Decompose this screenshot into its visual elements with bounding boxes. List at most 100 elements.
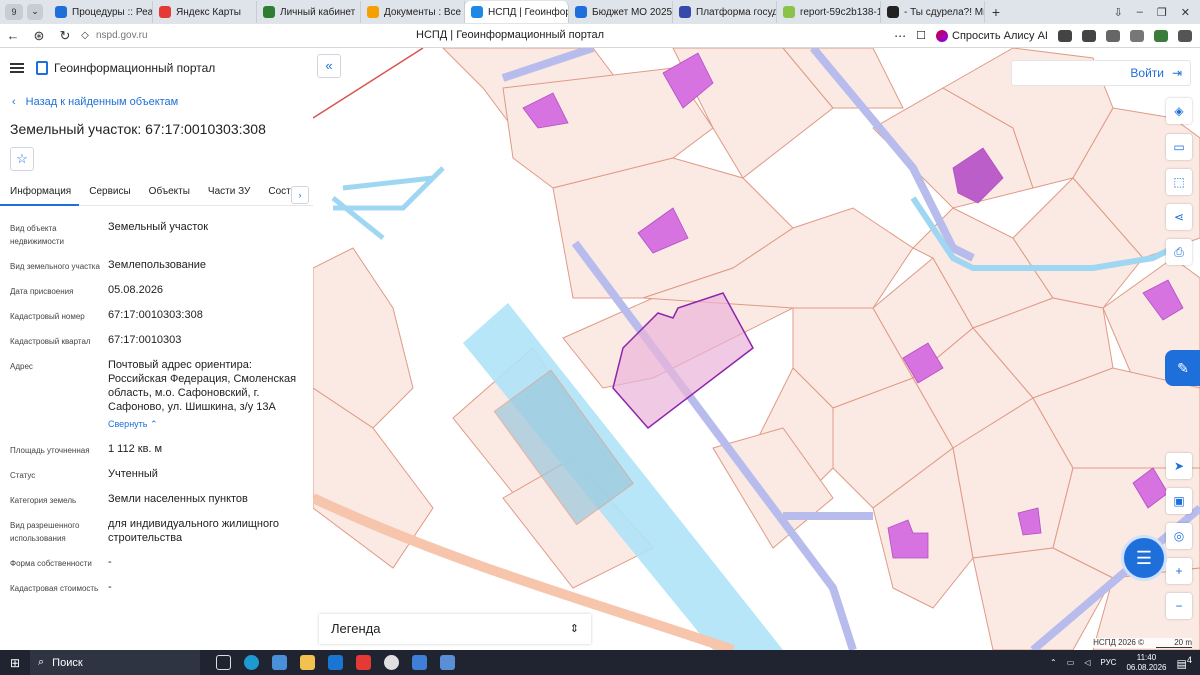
print-icon[interactable]: ⎙ xyxy=(1166,239,1192,265)
extension-icon-5[interactable] xyxy=(1154,29,1168,42)
zoom-in-icon[interactable]: + xyxy=(1166,558,1192,584)
chat-icon[interactable]: ☰ xyxy=(1121,535,1167,581)
tab-label: Бюджет МО 2025г 24 xyxy=(592,6,673,18)
tabs-next-chevron-icon[interactable]: › xyxy=(291,186,309,204)
clock-time: 11:40 xyxy=(1136,652,1157,662)
property-label: Форма собственности xyxy=(10,559,92,568)
page-title: НСПД | Геоинформационный портал xyxy=(416,29,605,41)
tab-list-chevron-icon[interactable]: ⌄ xyxy=(27,4,43,20)
tab-label: Личный кабинет xyxy=(280,6,356,18)
language-indicator[interactable]: РУС xyxy=(1100,658,1116,667)
notifications-icon[interactable]: ▤4 xyxy=(1177,655,1193,671)
browser-tab[interactable]: report-59c2b138-190 xyxy=(777,1,881,23)
map-canvas[interactable] xyxy=(313,48,1200,650)
geolocation-icon[interactable]: ◎ xyxy=(1166,523,1192,549)
extension-icon-2[interactable] xyxy=(1082,29,1096,42)
extensions-menu-icon[interactable] xyxy=(1178,29,1192,42)
browser-tab[interactable]: Личный кабинет xyxy=(257,1,361,23)
property-value: Земельный участок xyxy=(108,221,209,233)
more-icon[interactable]: ⋯ xyxy=(894,29,906,43)
chevron-up-icon: ⌃ xyxy=(150,419,158,429)
url-field[interactable]: nspd.gov.ru xyxy=(96,30,148,41)
new-tab-button[interactable]: + xyxy=(985,4,1007,20)
property-row: Вид земельного участка Землепользование xyxy=(10,258,305,273)
tab-objects[interactable]: Объекты xyxy=(139,182,198,206)
alice-button[interactable]: Спросить Алису AI xyxy=(936,29,1048,42)
info-panel: Геоинформационный портал ‹ Назад к найде… xyxy=(0,48,313,650)
locate-icon[interactable]: ➤ xyxy=(1166,453,1192,479)
browser-tab[interactable]: Яндекс Карты xyxy=(153,1,257,23)
browser-tab[interactable]: НСПД | Геоинформ✕ xyxy=(465,1,569,23)
app-title[interactable]: Геоинформационный портал xyxy=(54,61,215,75)
tab-land-parts[interactable]: Части ЗУ xyxy=(198,182,258,206)
zoom-out-icon[interactable]: − xyxy=(1166,593,1192,619)
app-icon[interactable] xyxy=(384,655,399,670)
restore-icon[interactable]: ❐ xyxy=(1157,6,1167,19)
yandex-icon[interactable] xyxy=(356,655,371,670)
property-label: Площадь уточненная xyxy=(10,446,90,455)
collapse-panel-icon[interactable]: « xyxy=(317,54,341,78)
tab-label: Процедуры :: Реализ xyxy=(72,6,153,18)
close-window-icon[interactable]: ✕ xyxy=(1181,6,1190,19)
property-row: Адрес Почтовый адрес ориентира: Российск… xyxy=(10,358,305,432)
favorite-star-icon[interactable]: ☆ xyxy=(10,147,34,171)
notification-count: 4 xyxy=(1186,654,1192,665)
help-icon[interactable]: ✎ xyxy=(1165,350,1200,386)
property-row: Кадастровый квартал 67:17:0010303 xyxy=(10,333,305,348)
property-label: Адрес xyxy=(10,362,33,371)
layers-icon[interactable]: ◈ xyxy=(1166,98,1192,124)
browser-tab[interactable]: Процедуры :: Реализ xyxy=(49,1,153,23)
collapse-address-link[interactable]: Свернуть ⌃ xyxy=(108,419,158,430)
windows-start-icon[interactable]: ⊞ xyxy=(0,656,30,670)
volume-icon[interactable]: ◁ xyxy=(1084,658,1090,667)
bookmark-icon[interactable]: ⇩ xyxy=(1114,6,1123,19)
store-icon[interactable] xyxy=(272,655,287,670)
tab-information[interactable]: Информация xyxy=(0,182,80,206)
cadastral-map[interactable]: « Войти ⇥ ◈ ▭ ⬚ ⋖ ⎙ ✎ ➤ ▣ ◎ + − ☰ Легенд… xyxy=(313,48,1200,650)
window-app-icon[interactable] xyxy=(440,655,455,670)
login-icon: ⇥ xyxy=(1171,66,1182,80)
browser-tab[interactable]: Бюджет МО 2025г 24 xyxy=(569,1,673,23)
clock[interactable]: 11:40 06.08.2026 xyxy=(1126,653,1166,673)
tab-favicon-icon xyxy=(679,6,691,18)
browser-tab[interactable]: Платформа государ xyxy=(673,1,777,23)
browser-tab[interactable]: - Ты сдурела?! Мне xyxy=(881,1,985,23)
taskbar-search[interactable]: ⌕ Поиск xyxy=(30,650,200,675)
task-view-icon[interactable] xyxy=(216,655,231,670)
back-to-results-link[interactable]: ‹ Назад к найденным объектам xyxy=(12,96,178,108)
network-icon[interactable]: ▭ xyxy=(1067,658,1075,667)
menu-icon[interactable] xyxy=(10,63,24,73)
tab-label: Документы : Все док xyxy=(384,6,464,18)
extension-icon-4[interactable] xyxy=(1130,29,1144,42)
ruler-icon[interactable]: ▭ xyxy=(1166,134,1192,160)
tab-services[interactable]: Сервисы xyxy=(79,182,138,206)
extension-icon-1[interactable] xyxy=(1058,29,1072,42)
share-icon[interactable]: ⋖ xyxy=(1166,204,1192,230)
property-value: - xyxy=(108,556,112,568)
property-row: Кадастровый номер 67:17:0010303:308 xyxy=(10,308,305,323)
edge-icon[interactable] xyxy=(244,655,259,670)
reload-icon[interactable]: ↻ xyxy=(52,28,78,44)
property-value: 67:17:0010303 xyxy=(108,334,182,346)
property-value: Землепользование xyxy=(108,259,207,271)
minimize-icon[interactable]: – xyxy=(1137,6,1143,19)
legend-toggle[interactable]: Легенда ⇕ xyxy=(319,614,591,644)
property-label: Вид земельного участка xyxy=(10,262,100,271)
property-label: Кадастровый квартал xyxy=(10,337,91,346)
shield-icon[interactable]: ⊛ xyxy=(26,28,52,44)
outlook-icon[interactable] xyxy=(328,655,343,670)
extension-icon-3[interactable] xyxy=(1106,29,1120,42)
login-button[interactable]: Войти ⇥ xyxy=(1011,60,1191,86)
bookmark-add-icon[interactable]: ☐ xyxy=(916,29,926,42)
area-select-icon[interactable]: ⬚ xyxy=(1166,169,1192,195)
tab-count-button[interactable]: 9 xyxy=(5,4,23,20)
browser-tab-strip: 9 ⌄ Процедуры :: Реализ Яндекс Карты Личны… xyxy=(0,0,1200,24)
yandex-browser-icon[interactable] xyxy=(412,655,427,670)
chevron-left-icon: ‹ xyxy=(12,96,16,108)
app-header: Геоинформационный портал xyxy=(0,48,313,88)
tray-chevron-icon[interactable]: ⌃ xyxy=(1050,658,1057,667)
browser-tab[interactable]: Документы : Все док xyxy=(361,1,465,23)
file-explorer-icon[interactable] xyxy=(300,655,315,670)
basemap-icon[interactable]: ▣ xyxy=(1166,488,1192,514)
back-icon[interactable]: ← xyxy=(0,28,26,43)
